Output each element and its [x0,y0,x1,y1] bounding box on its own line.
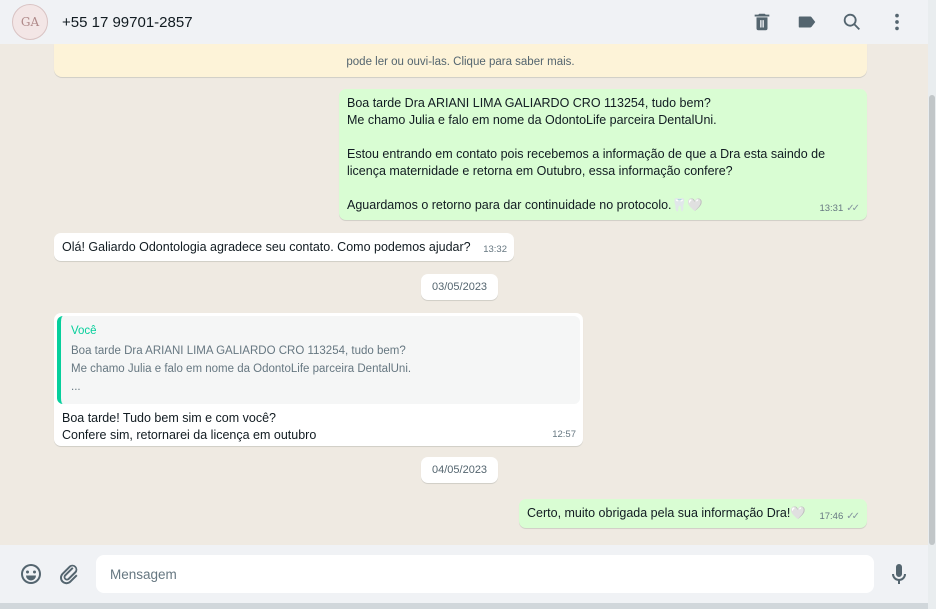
chat-header: GA +55 17 99701-2857 [0,0,928,44]
message-time: 17:46 [819,511,844,522]
avatar-initials: GA [20,15,40,29]
read-ticks-icon: ✓✓ [846,203,860,214]
message-text: Olá! Galiardo Odontologia agradece seu c… [62,240,471,254]
encryption-banner-text: pode ler ou ouvi-las. Clique para saber … [346,56,575,68]
delete-icon [754,13,769,31]
emoji-button[interactable] [16,559,46,589]
message-text: Boa tarde Dra ARIANI LIMA GALIARDO CRO 1… [347,96,826,212]
contact-name[interactable]: +55 17 99701-2857 [62,14,193,31]
message-meta: 17:46 ✓✓ [819,508,860,525]
attach-button[interactable] [54,559,84,589]
label-icon [798,16,815,28]
mic-icon [892,564,906,584]
message-meta: 13:31 ✓✓ [819,200,860,217]
encryption-banner[interactable]: pode ler ou ouvi-las. Clique para saber … [54,44,867,77]
quoted-author: Você [71,325,97,337]
mic-button[interactable] [884,559,914,589]
search-button[interactable] [836,7,867,38]
chat-area[interactable]: pode ler ou ouvi-las. Clique para saber … [0,44,928,545]
message-input[interactable] [110,566,860,582]
date-separator: 04/05/2023 [421,457,499,483]
attach-icon [59,564,78,585]
date-label: 04/05/2023 [432,464,488,476]
quoted-message[interactable]: Você Boa tarde Dra ARIANI LIMA GALIARDO … [57,316,580,404]
date-label: 03/05/2023 [432,281,488,293]
quoted-text: Boa tarde Dra ARIANI LIMA GALIARDO CRO 1… [71,345,412,393]
menu-button[interactable] [881,7,912,38]
message-time: 13:31 [819,203,844,214]
emoji-icon [21,564,41,584]
message-time: 12:57 [552,429,576,440]
message-time: 13:32 [483,244,507,255]
label-button[interactable] [791,7,822,38]
message-text: Boa tarde! Tudo bem sim e com você? Conf… [62,411,317,442]
composer [0,545,928,603]
avatar[interactable]: GA [12,4,48,40]
message-outgoing[interactable]: Certo, muito obrigada pela sua informaçã… [519,499,867,528]
message-meta: 13:32 [483,241,507,258]
message-incoming-reply[interactable]: Você Boa tarde Dra ARIANI LIMA GALIARDO … [54,313,583,446]
scrollbar[interactable] [928,0,936,609]
window-bottom-edge [0,603,928,609]
menu-icon [894,13,899,31]
message-meta: 12:57 [552,426,576,443]
message-text: Certo, muito obrigada pela sua informaçã… [527,506,806,520]
read-ticks-icon: ✓✓ [846,511,860,522]
scrollbar-thumb[interactable] [929,95,935,545]
message-incoming[interactable]: Olá! Galiardo Odontologia agradece seu c… [54,233,514,261]
delete-button[interactable] [746,7,777,38]
date-separator: 03/05/2023 [421,274,499,300]
search-icon [843,13,860,30]
header-actions [746,7,916,38]
message-input-wrapper [96,555,874,593]
message-outgoing[interactable]: Boa tarde Dra ARIANI LIMA GALIARDO CRO 1… [339,89,867,220]
